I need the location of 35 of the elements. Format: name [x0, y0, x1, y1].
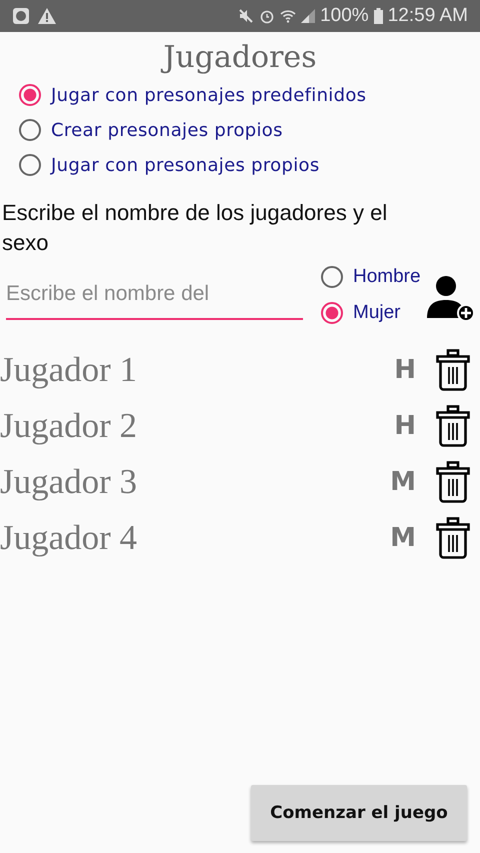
- radio-button[interactable]: [19, 84, 41, 106]
- player-sex: H: [394, 355, 416, 385]
- warning-icon: [38, 8, 56, 24]
- sex-option[interactable]: Mujer: [321, 302, 421, 324]
- mode-option[interactable]: Crear presonajes propios: [19, 119, 480, 141]
- radio-button[interactable]: [19, 154, 41, 176]
- start-game-button[interactable]: Comenzar el juego: [251, 785, 467, 841]
- radio-button[interactable]: [19, 119, 41, 141]
- radio-button[interactable]: [321, 302, 343, 324]
- player-sex: H: [394, 411, 416, 441]
- battery-percent: 100%: [320, 5, 369, 27]
- add-user-icon[interactable]: [426, 274, 475, 322]
- mode-option[interactable]: Jugar con presonajes predefinidos: [19, 84, 480, 106]
- mute-icon: [238, 8, 254, 24]
- signal-icon: [301, 9, 316, 23]
- player-name: Jugador 2: [0, 405, 138, 447]
- trash-icon[interactable]: [436, 517, 470, 559]
- player-name: Jugador 3: [0, 461, 138, 503]
- clock: 12:59 AM: [388, 5, 468, 27]
- player-sex: M: [390, 523, 416, 553]
- trash-icon[interactable]: [436, 349, 470, 391]
- name-input-field[interactable]: Escribe el nombre del: [6, 276, 303, 320]
- player-sex: M: [390, 467, 416, 497]
- instructions-text: Escribe el nombre de los jugadores y el sexo: [1, 199, 388, 257]
- trash-icon[interactable]: [436, 405, 470, 447]
- player-name: Jugador 4: [0, 517, 138, 559]
- mode-option[interactable]: Jugar con presonajes propios: [19, 154, 480, 176]
- player-name: Jugador 1: [0, 349, 138, 391]
- wifi-icon: [280, 8, 296, 24]
- battery-icon: [374, 8, 383, 24]
- page-title: Jugadores: [0, 38, 480, 78]
- sex-option[interactable]: Hombre: [321, 266, 421, 288]
- alarm-icon: [259, 8, 276, 24]
- radio-button[interactable]: [321, 266, 343, 288]
- trash-icon[interactable]: [436, 461, 470, 503]
